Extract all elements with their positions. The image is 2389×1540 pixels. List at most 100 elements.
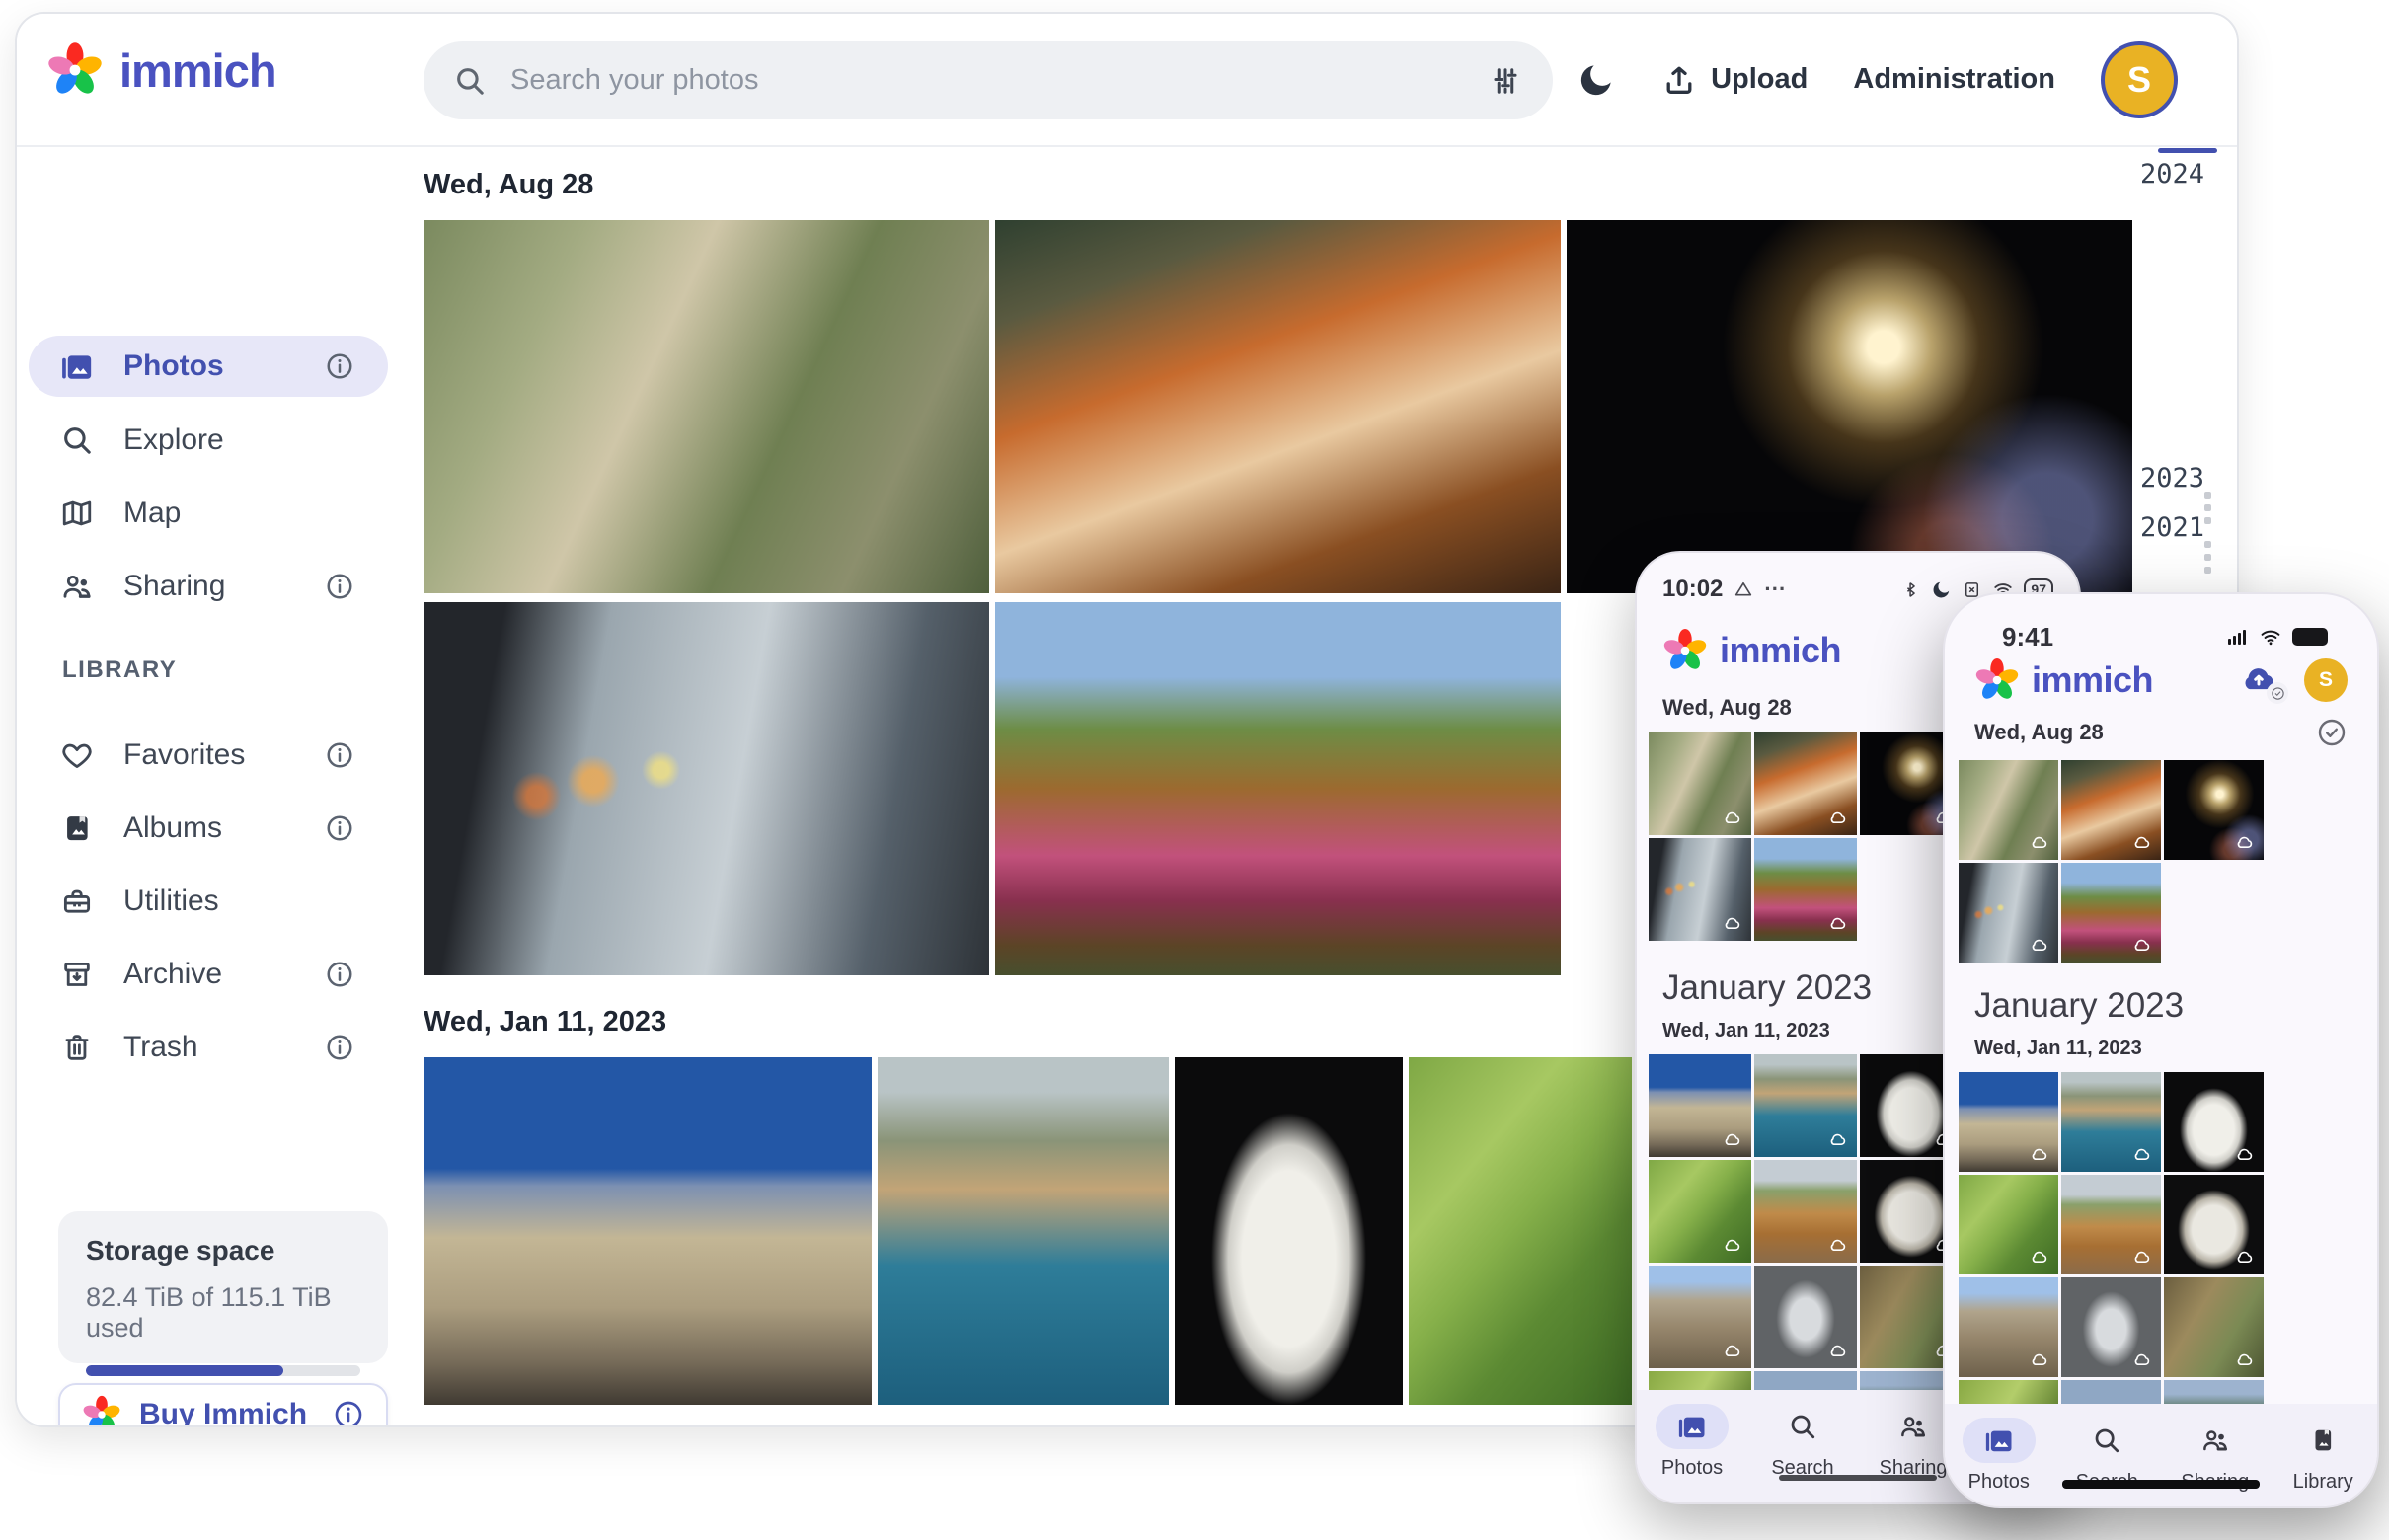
cloud-sync-icon [2234,832,2256,854]
buy-immich-button[interactable]: Buy Immich [58,1383,388,1427]
wifi-icon [2259,625,2282,649]
sidebar-item-albums[interactable]: Albums [29,798,388,859]
dark-mode-toggle-icon[interactable] [1577,60,1616,100]
photo-tile[interactable] [2164,1072,2264,1172]
photo-tile[interactable] [1959,760,2058,860]
cloud-sync-icon [2131,935,2153,957]
app-logo[interactable]: immich [46,41,276,99]
nav-library[interactable]: Library [2270,1418,2378,1494]
trash-icon [60,1031,94,1064]
immich-flower-logo-icon [46,41,104,99]
nav-search[interactable]: Search [1747,1404,1858,1480]
info-icon[interactable] [325,351,354,381]
user-avatar[interactable]: S [2101,41,2178,118]
photo-tile[interactable] [1959,1175,2058,1274]
photo-tile[interactable] [995,602,1561,975]
photo-tile[interactable] [2061,863,2161,962]
sidebar-item-sharing[interactable]: Sharing [29,556,388,617]
cloud-sync-icon [1722,913,1743,935]
photo-tile[interactable] [1649,1054,1751,1157]
info-icon[interactable] [325,813,354,843]
cloud-sync-icon [2029,935,2050,957]
photo-tile[interactable] [424,602,989,975]
home-indicator [1779,1475,1937,1481]
search-filters-icon[interactable] [1488,63,1523,99]
sharing-people-icon [60,570,94,603]
sidebar-item-utilities[interactable]: Utilities [29,871,388,932]
iphone-mockup: 9:41 immich S Wed, Aug 28 [1943,592,2379,1508]
photo-tile[interactable] [1649,732,1751,835]
photos-icon [60,349,94,383]
photos-icon [1677,1412,1707,1441]
photo-tile[interactable] [2061,760,2161,860]
sidebar-item-archive[interactable]: Archive [29,944,388,1005]
photo-tile[interactable] [2061,1277,2161,1377]
library-section-label: LIBRARY [62,656,177,684]
status-time: 10:02 [1662,576,1723,603]
photo-tile[interactable] [2061,1072,2161,1172]
cloud-sync-icon [2131,1247,2153,1269]
photo-tile[interactable] [1754,732,1857,835]
select-all-icon[interactable] [2316,717,2348,748]
cloud-sync-icon [2029,832,2050,854]
photo-tile[interactable] [2164,760,2264,860]
sidebar-item-favorites[interactable]: Favorites [29,725,388,786]
cloud-sync-icon [1722,1129,1743,1151]
info-icon[interactable] [325,572,354,601]
check-icon [2271,686,2285,701]
photo-tile[interactable] [878,1057,1169,1405]
phone2-status-bar: 9:41 [1959,622,2363,652]
explore-search-icon [60,424,94,457]
sidebar-item-map[interactable]: Map [29,483,388,544]
photo-tile[interactable] [1409,1057,1632,1405]
photo-tile[interactable] [1754,1266,1857,1368]
photo-tile[interactable] [1649,1160,1751,1263]
photo-tile[interactable] [2061,1175,2161,1274]
photo-tile[interactable] [1754,838,1857,941]
library-icon [2308,1425,2338,1455]
cloud-sync-icon [2234,1144,2256,1166]
sidebar-item-trash[interactable]: Trash [29,1017,388,1078]
photo-tile[interactable] [2164,1175,2264,1274]
photo-tile[interactable] [1567,220,2132,593]
photo-tile[interactable] [995,220,1561,593]
cloud-sync-icon [1827,1235,1849,1257]
sidebar-item-explore[interactable]: Explore [29,410,388,471]
cloud-sync-icon [2234,1247,2256,1269]
nav-photos[interactable]: Photos [1637,1404,1747,1480]
photo-tile[interactable] [1959,863,2058,962]
photo-tile[interactable] [1649,1266,1751,1368]
info-icon[interactable] [333,1399,364,1427]
photo-tile[interactable] [2164,1277,2264,1377]
phone2-photo-grid [1959,760,2363,962]
phone2-app-header: immich S [1959,657,2363,703]
search-placeholder: Search your photos [510,64,1464,97]
heart-icon [60,738,94,772]
nav-photos[interactable]: Photos [1945,1418,2053,1494]
backup-cloud-button[interactable] [2233,658,2284,702]
info-icon[interactable] [325,960,354,989]
photo-tile[interactable] [424,220,989,593]
upload-button[interactable]: Upload [1661,62,1808,98]
search-icon [2092,1425,2121,1455]
sidebar-item-photos[interactable]: Photos [29,336,388,397]
photo-tile[interactable] [1754,1160,1857,1263]
timeline-date-header: Wed, Aug 28 [424,169,2147,201]
photo-tile[interactable] [1959,1072,2058,1172]
status-overflow-dots: ··· [1764,577,1786,602]
photo-tile[interactable] [424,1057,872,1405]
phone2-date-header: Wed, Jan 11, 2023 [1959,1038,2363,1060]
photo-tile[interactable] [1649,838,1751,941]
info-icon[interactable] [325,1033,354,1062]
scrubber-position-indicator [2158,148,2217,153]
photo-tile[interactable] [1754,1054,1857,1157]
search-input[interactable]: Search your photos [424,41,1553,119]
info-icon[interactable] [325,740,354,770]
photo-tile[interactable] [1175,1057,1403,1405]
user-avatar[interactable]: S [2304,658,2348,702]
administration-link[interactable]: Administration [1853,63,2055,96]
cloud-sync-icon [2029,1144,2050,1166]
cloud-sync-icon [2029,1247,2050,1269]
cloud-sync-icon [1827,1341,1849,1362]
photo-tile[interactable] [1959,1277,2058,1377]
